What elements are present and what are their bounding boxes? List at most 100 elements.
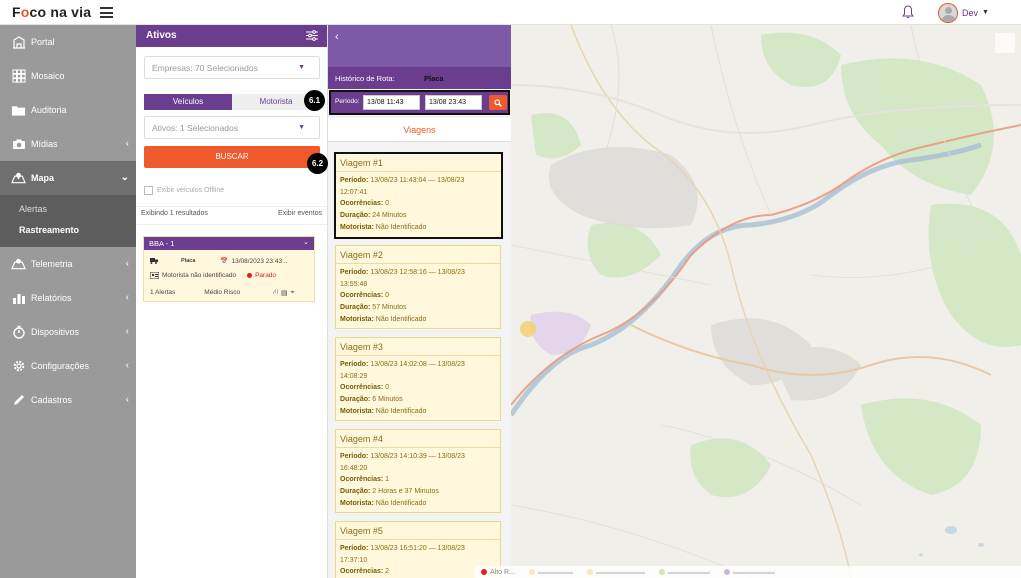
trip-title: Viagem #4 — [336, 430, 500, 448]
legend-item: ▬▬▬▬▬▬▬ — [586, 569, 645, 576]
vehicle-card-header[interactable]: BBA - 1 ⌄ — [144, 237, 314, 250]
caret-down-icon: ▼ — [982, 9, 989, 16]
vehicle-row-3: 1 Alertas Médio Risco ⛙ ▤ ⌖ — [150, 288, 310, 297]
ativos-select[interactable]: Ativos: 1 Selecionados ▼ — [144, 116, 320, 139]
trip-periodo-end: 16:48:20 — [340, 464, 368, 472]
route-history-placa: Placa — [424, 74, 444, 83]
nav-item-configuracoes[interactable]: Configurações ‹ — [0, 349, 136, 383]
vehicle-name: BBA - 1 — [149, 239, 175, 248]
ativos-panel: Ativos Empresas: 70 Selecionados ▼ Veícu… — [136, 25, 328, 578]
trip-title: Viagem #1 — [336, 154, 501, 172]
offline-toggle[interactable]: Exibir veículos Offline — [144, 186, 224, 195]
offline-checkbox[interactable] — [144, 186, 153, 195]
vehicle-row-1: Placa 📅 13/08/2023 23:43:.. — [150, 257, 288, 265]
chevron-left-icon: ‹ — [125, 394, 129, 405]
nav-subitem-alertas[interactable]: Alertas — [0, 199, 136, 220]
calendar-icon: 📅 — [220, 258, 229, 265]
camera-icon — [11, 137, 26, 152]
map-fullscreen-button[interactable] — [995, 33, 1015, 53]
top-bar: Foco na via Dev ▼ — [0, 0, 1021, 25]
vehicle-risk: Médio Risco — [204, 289, 241, 296]
divider — [136, 224, 327, 225]
hamburger-menu-icon[interactable] — [100, 7, 113, 18]
chevron-down-icon: ⌄ — [120, 172, 129, 183]
map-pin-icon[interactable]: ⌖ — [291, 289, 295, 297]
nav-item-dispositivos[interactable]: Dispositivos ‹ — [0, 315, 136, 349]
route-history-icon[interactable]: ⛙ — [273, 288, 278, 297]
app-logo[interactable]: Foco na via — [12, 4, 91, 20]
trip-duracao: Duração: 6 Minutos — [340, 396, 403, 404]
caret-down-icon: ▼ — [298, 64, 305, 71]
search-icon — [494, 98, 502, 107]
nav-label: Mapa — [31, 173, 55, 183]
chevron-left-icon: ‹ — [125, 292, 129, 303]
nav-subitem-rastreamento[interactable]: Rastreamento — [0, 220, 136, 241]
cog-icon — [11, 359, 26, 374]
nav-item-telemetria[interactable]: Telemetria ‹ — [0, 247, 136, 281]
empresas-select-value: Empresas: 70 Selecionados — [152, 63, 258, 73]
map-tiles[interactable] — [511, 25, 1021, 578]
period-filter: Período: 13/08 11:43 13/08 23:43 — [329, 90, 510, 115]
nav-label: Cadastros — [31, 395, 73, 405]
vehicle-placa: Placa — [181, 258, 196, 264]
nav-item-midias[interactable]: Mídias ‹ — [0, 127, 136, 161]
exibir-eventos-link[interactable]: Exibir eventos — [278, 210, 322, 217]
divider — [136, 206, 327, 207]
user-menu[interactable]: Dev ▼ — [938, 2, 989, 23]
tab-veiculos[interactable]: Veículos — [144, 94, 232, 110]
pencil-icon — [11, 393, 26, 408]
nav-item-mapa[interactable]: Mapa ⌄ — [0, 161, 136, 195]
annotation-badge-6-1: 6.1 — [304, 90, 325, 111]
empresas-select[interactable]: Empresas: 70 Selecionados ▼ — [144, 56, 320, 79]
folder-icon — [11, 103, 26, 118]
chevron-left-icon: ‹ — [125, 258, 129, 269]
report-icon[interactable]: ▤ — [281, 289, 288, 297]
trip-card-4[interactable]: Viagem #4 Período: 13/08/23 14:10:39 — 1… — [335, 429, 501, 513]
back-chevron-icon[interactable]: ‹ — [335, 31, 339, 43]
nav-item-auditoria[interactable]: Auditoria — [0, 93, 136, 127]
period-start-input[interactable]: 13/08 11:43 — [363, 95, 420, 110]
nav-item-relatorios[interactable]: Relatórios ‹ — [0, 281, 136, 315]
sidebar-nav: Portal Mosaico Auditoria Mídias ‹ Mapa ⌄… — [0, 25, 136, 578]
trip-periodo: Período: 13/08/23 16:51:20 — 13/08/23 — [340, 545, 465, 552]
caret-down-icon: ▼ — [298, 124, 305, 131]
trip-ocorrencias: Ocorrências: 0 — [340, 200, 390, 208]
truck-icon — [150, 258, 158, 264]
chart-icon — [11, 291, 26, 306]
map-legend: Alto R... ▬▬▬▬▬ ▬▬▬▬▬▬▬ ▬▬▬▬▬▬ ▬▬▬▬▬▬ — [475, 566, 1021, 578]
trip-periodo-end: 13:55:48 — [340, 280, 368, 288]
buscar-button[interactable]: BUSCAR — [144, 146, 320, 168]
nav-item-mosaico[interactable]: Mosaico — [0, 59, 136, 93]
nav-item-cadastros[interactable]: Cadastros ‹ — [0, 383, 136, 417]
legend-item: ▬▬▬▬▬▬ — [658, 569, 710, 576]
trip-periodo: Período: 13/08/23 14:10:39 — 13/08/23 — [340, 453, 465, 460]
nav-item-portal[interactable]: Portal — [0, 25, 136, 59]
period-label: Período: — [335, 98, 360, 105]
trip-card-2[interactable]: Viagem #2 Período: 13/08/23 12:58:16 — 1… — [335, 245, 501, 329]
trip-motorista: Motorista: Não Identificado — [340, 223, 427, 231]
chevron-down-icon[interactable]: ⌄ — [303, 238, 309, 246]
trip-motorista: Motorista: Não Identificado — [340, 407, 427, 415]
trip-periodo-end: 12:07:41 — [340, 188, 368, 196]
trip-card-1[interactable]: Viagem #1 Período: 13/08/23 11:43:04 — 1… — [334, 152, 503, 239]
mapa-submenu: Alertas Rastreamento — [0, 195, 136, 247]
filter-sliders-icon[interactable] — [306, 30, 318, 41]
route-history-header: Histórico de Rota: Placa — [328, 67, 511, 89]
chevron-left-icon: ‹ — [125, 360, 129, 371]
notification-bell-icon[interactable] — [902, 5, 914, 19]
tab-viagens[interactable]: Viagens — [328, 118, 511, 142]
legend-item: ▬▬▬▬▬▬ — [723, 569, 775, 576]
legend-item: ▬▬▬▬▬ — [528, 569, 573, 576]
trip-card-3[interactable]: Viagem #3 Período: 13/08/23 14:02:08 — 1… — [335, 337, 501, 421]
trip-title: Viagem #2 — [336, 246, 500, 264]
nav-label: Auditoria — [31, 105, 67, 115]
grid-icon — [11, 69, 26, 84]
trip-periodo-end: 14:08:29 — [340, 372, 368, 380]
map-view[interactable] — [511, 25, 1021, 578]
vehicle-card[interactable]: BBA - 1 ⌄ Placa 📅 13/08/2023 23:43:.. Mo… — [143, 236, 315, 302]
trip-duracao: Duração: 24 Minutos — [340, 212, 407, 220]
period-end-input[interactable]: 13/08 23:43 — [425, 95, 482, 110]
results-count: Exibindo 1 resultados — [141, 210, 208, 217]
period-search-button[interactable] — [489, 95, 507, 110]
id-card-icon — [150, 272, 159, 279]
